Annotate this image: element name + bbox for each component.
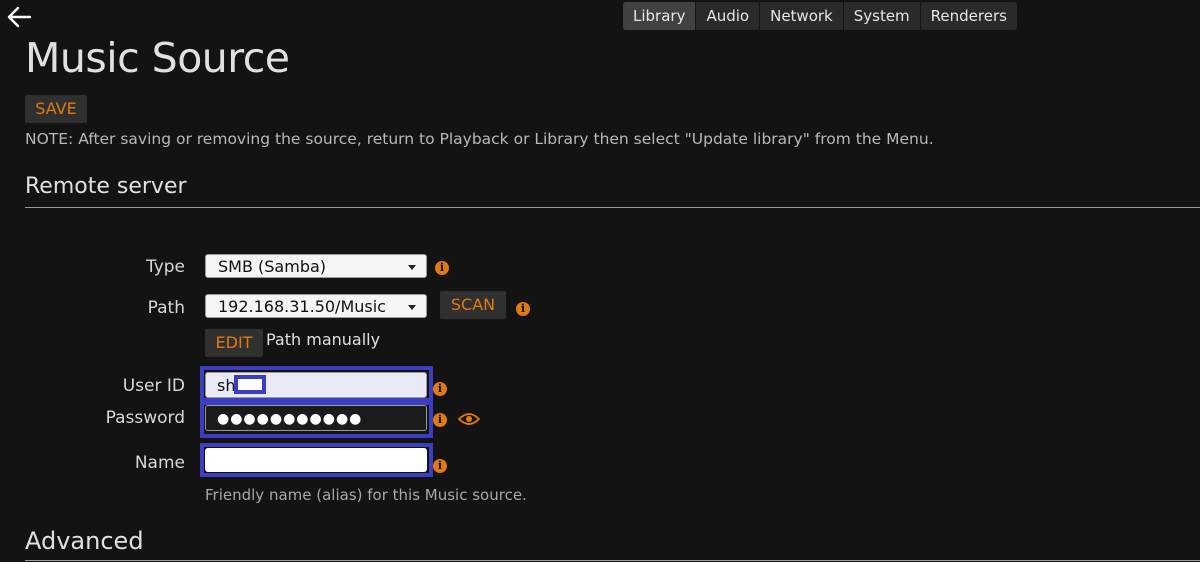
scan-button[interactable]: SCAN [440, 291, 506, 319]
type-select[interactable]: SMB (Samba) [205, 254, 427, 278]
type-info-icon[interactable]: i [435, 261, 449, 275]
user-id-value: sh [217, 376, 236, 395]
advanced-heading: Advanced [25, 527, 144, 555]
section-divider [25, 207, 1200, 208]
tab-system[interactable]: System [842, 2, 920, 30]
tab-audio[interactable]: Audio [695, 2, 759, 30]
edit-path-button[interactable]: EDIT [205, 329, 263, 357]
user-id-label: User ID [122, 376, 185, 396]
type-select-value: SMB (Samba) [218, 257, 327, 276]
type-label: Type [145, 257, 185, 277]
edit-path-text: Path manually [266, 330, 381, 349]
tab-renderers[interactable]: Renderers [919, 2, 1017, 30]
chevron-down-icon [408, 305, 416, 310]
name-input[interactable] [205, 448, 427, 472]
path-info-icon[interactable]: i [516, 302, 530, 316]
back-arrow-icon[interactable] [6, 5, 32, 29]
save-note: NOTE: After saving or removing the sourc… [25, 130, 934, 148]
chevron-down-icon [408, 265, 416, 270]
password-label: Password [105, 408, 185, 428]
page-title: Music Source [25, 34, 290, 82]
remote-server-heading: Remote server [25, 174, 187, 199]
path-select-value: 192.168.31.50/Music [218, 297, 386, 316]
advanced-divider [25, 560, 1200, 561]
name-info-icon[interactable]: i [433, 459, 447, 473]
tab-network[interactable]: Network [759, 2, 843, 30]
password-info-icon[interactable]: i [433, 413, 447, 427]
redaction-box-inner [238, 379, 262, 390]
name-help-text: Friendly name (alias) for this Music sou… [205, 486, 527, 504]
password-value: ●●●●●●●●●●● [217, 411, 363, 427]
path-label: Path [147, 298, 185, 318]
save-button[interactable]: SAVE [25, 95, 87, 123]
path-select[interactable]: 192.168.31.50/Music [205, 294, 427, 318]
top-tabs: Library Audio Network System Renderers [623, 2, 1017, 30]
user-id-info-icon[interactable]: i [433, 382, 447, 396]
tab-library[interactable]: Library [623, 2, 696, 30]
name-label: Name [134, 453, 185, 473]
password-input[interactable]: ●●●●●●●●●●● [205, 405, 427, 431]
music-source-page: Library Audio Network System Renderers M… [0, 0, 1200, 562]
eye-icon[interactable] [457, 411, 481, 425]
